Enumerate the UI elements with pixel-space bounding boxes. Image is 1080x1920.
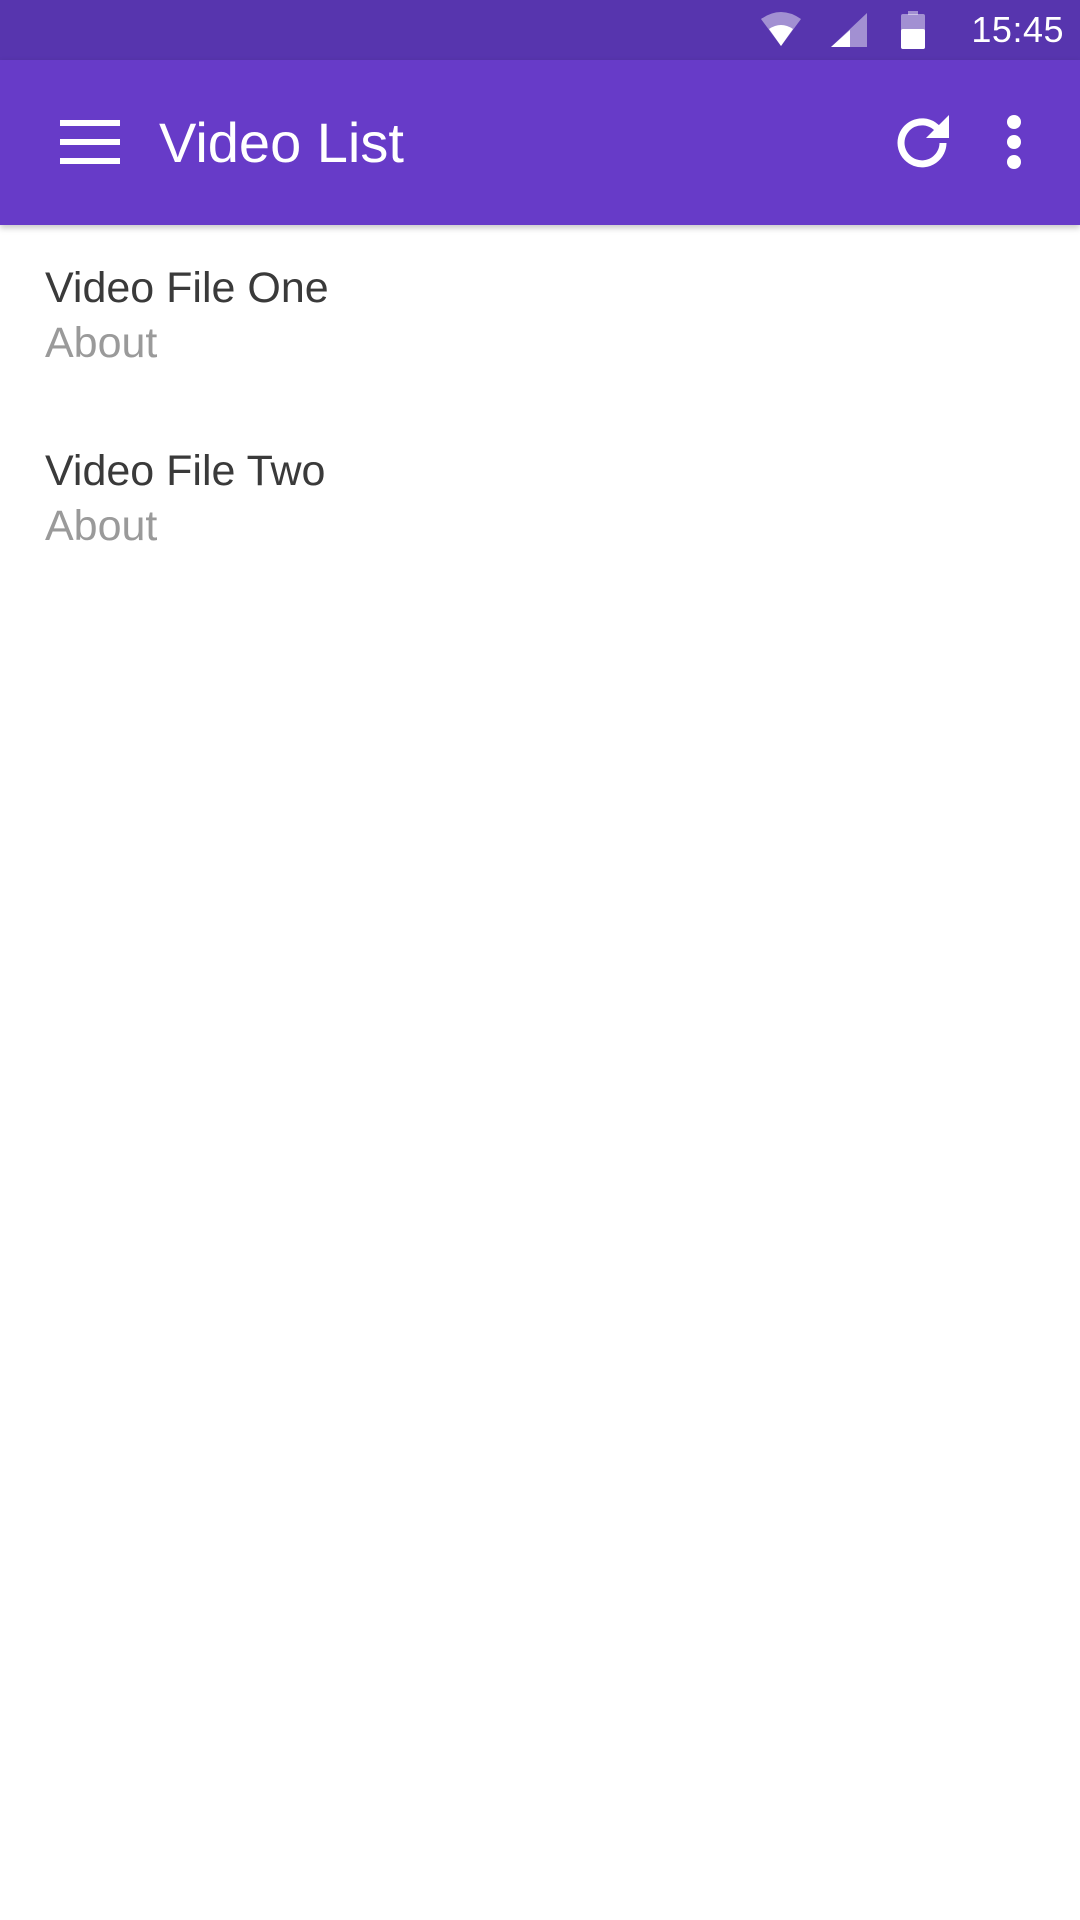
video-subtitle: About (45, 319, 158, 367)
menu-button[interactable] (44, 96, 136, 188)
battery-icon (901, 11, 926, 49)
video-subtitle: About (45, 502, 158, 550)
wifi-icon (761, 12, 802, 48)
refresh-icon (893, 113, 951, 171)
status-bar: 15:45 (0, 0, 1080, 60)
more-vert-icon (1006, 114, 1022, 170)
list-item[interactable]: Video File One About (0, 225, 1080, 408)
list-item[interactable]: Video File Two About (0, 408, 1080, 591)
status-icons: 15:45 (761, 0, 1080, 60)
cell-signal-icon (831, 13, 868, 47)
refresh-button[interactable] (876, 96, 968, 188)
video-title: Video File Two (45, 447, 326, 495)
page-title: Video List (159, 111, 404, 174)
overflow-menu-button[interactable] (968, 96, 1060, 188)
video-title: Video File One (45, 264, 329, 312)
status-time: 15:45 (971, 9, 1064, 50)
hamburger-menu-icon (60, 120, 120, 164)
app-bar: Video List (0, 60, 1080, 225)
